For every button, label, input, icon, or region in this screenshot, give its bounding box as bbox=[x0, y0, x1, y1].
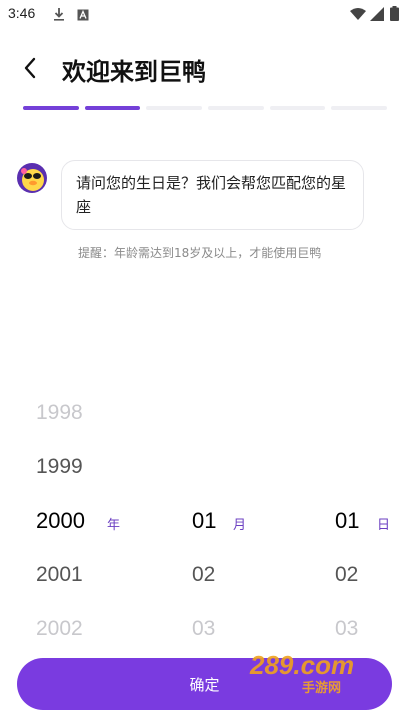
progress-indicator bbox=[23, 106, 388, 110]
status-time: 3:46 bbox=[8, 5, 36, 21]
page-title: 欢迎来到巨鸭 bbox=[62, 58, 206, 86]
confirm-button[interactable]: 确定 bbox=[17, 658, 392, 710]
progress-step bbox=[331, 106, 388, 110]
picker-item[interactable]: 2001 bbox=[36, 563, 83, 587]
picker-item-selected[interactable]: 01 bbox=[192, 508, 216, 534]
progress-step bbox=[146, 106, 203, 110]
picker-item[interactable]: 2002 bbox=[36, 617, 83, 641]
duck-avatar-icon bbox=[16, 162, 48, 194]
picker-item-selected[interactable]: 2000 bbox=[36, 508, 85, 534]
back-button[interactable] bbox=[14, 52, 46, 84]
picker-item[interactable]: 02 bbox=[192, 563, 215, 587]
progress-step bbox=[84, 106, 141, 110]
progress-step bbox=[208, 106, 264, 110]
battery-icon bbox=[390, 6, 399, 25]
age-hint: 提醒：年龄需达到18岁及以上，才能使用巨鸭 bbox=[78, 246, 322, 260]
signal-icon bbox=[370, 6, 384, 25]
picker-item[interactable]: 03 bbox=[192, 617, 215, 641]
birthday-picker[interactable]: 1998 1999 2000 2001 2002 年 01 02 03 月 01… bbox=[0, 390, 409, 652]
picker-item-selected[interactable]: 01 bbox=[335, 508, 359, 534]
picker-item[interactable]: 02 bbox=[335, 563, 358, 587]
wifi-icon bbox=[350, 6, 366, 25]
picker-item[interactable]: 1999 bbox=[36, 455, 83, 479]
picker-item[interactable]: 1998 bbox=[36, 401, 83, 425]
header: 欢迎来到巨鸭 bbox=[0, 44, 409, 92]
status-bar: 3:46 bbox=[0, 0, 409, 28]
chevron-left-icon bbox=[24, 57, 36, 79]
question-bubble: 请问您的生日是？我们会帮您匹配您的星座 bbox=[61, 160, 364, 230]
progress-step bbox=[269, 106, 326, 110]
progress-step bbox=[23, 106, 79, 110]
year-unit-label: 年 bbox=[107, 518, 121, 533]
month-unit-label: 月 bbox=[233, 518, 247, 533]
app-notification-icon bbox=[77, 6, 89, 25]
picker-item[interactable]: 03 bbox=[335, 617, 358, 641]
day-unit-label: 日 bbox=[377, 518, 391, 533]
download-icon bbox=[53, 6, 65, 25]
